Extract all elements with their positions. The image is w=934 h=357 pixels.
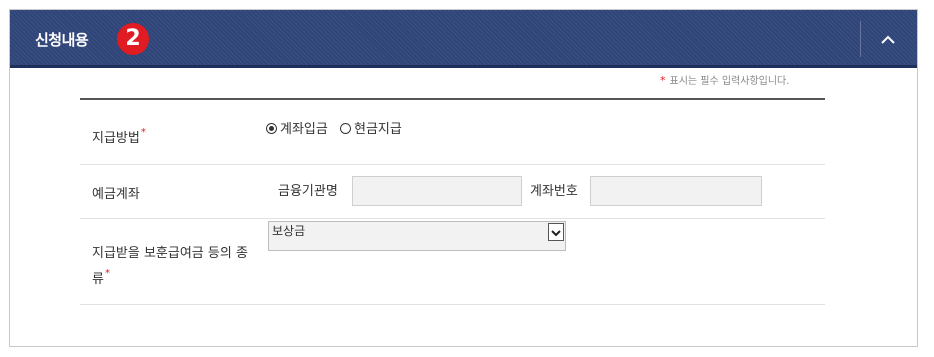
header-divider: [860, 21, 861, 57]
required-star: *: [660, 74, 666, 87]
required-fields-note: * 표시는 필수 입력사항입니다.: [660, 72, 789, 87]
account-number-input[interactable]: [590, 176, 762, 206]
benefit-type-label-line1: 지급받을 보훈급여금 등의 종: [92, 246, 248, 261]
payment-method-label-text: 지급방법: [92, 131, 140, 146]
radio-cash-payment-label: 현금지급: [353, 122, 402, 137]
benefit-type-selected-value: 보상금: [272, 224, 306, 238]
section-title: 신청내용: [35, 31, 89, 49]
payment-method-radio-group: 계좌입금 현금지급: [266, 118, 410, 137]
row-divider: [80, 164, 825, 165]
radio-bank-transfer[interactable]: 계좌입금: [266, 118, 328, 137]
account-number-label: 계좌번호: [530, 184, 578, 199]
radio-bank-transfer-label: 계좌입금: [280, 122, 328, 137]
benefit-type-select[interactable]: 보상금: [268, 221, 566, 251]
radio-cash-payment[interactable]: 현금지급: [339, 118, 402, 137]
required-mark: *: [140, 127, 146, 138]
radio-unselected-icon: [339, 123, 351, 134]
collapse-button[interactable]: [868, 24, 908, 54]
required-mark: *: [104, 268, 110, 279]
row-divider: [80, 304, 825, 305]
bank-name-input[interactable]: [352, 176, 522, 206]
radio-selected-icon: [266, 123, 277, 134]
panel-header: 신청내용 2: [10, 10, 917, 68]
bank-name-label: 금융기관명: [278, 184, 338, 199]
row-divider: [80, 218, 825, 219]
form-top-border: [80, 98, 825, 100]
payment-method-label: 지급방법*: [92, 127, 146, 146]
step-number-badge: 2: [117, 23, 149, 55]
benefit-type-label: 지급받을 보훈급여금 등의 종 류*: [92, 241, 272, 294]
benefit-type-label-line2: 류: [92, 272, 104, 287]
required-note-text: 표시는 필수 입력사항입니다.: [669, 76, 790, 87]
chevron-up-icon: [881, 35, 895, 44]
chevron-down-icon: [548, 223, 564, 241]
deposit-account-label: 예금계좌: [92, 187, 140, 202]
